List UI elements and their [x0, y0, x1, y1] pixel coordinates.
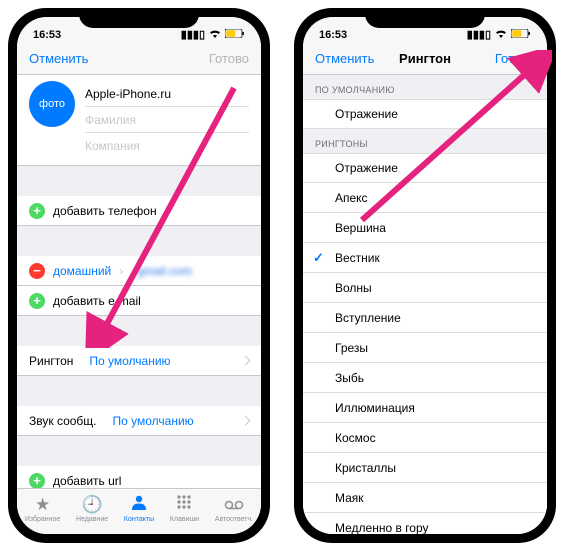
done-button[interactable]: Готово	[189, 51, 249, 66]
tone-label: Космос	[335, 431, 376, 445]
tone-label: Зыбь	[335, 371, 364, 385]
add-icon: +	[29, 203, 45, 219]
textsound-value: По умолчанию	[113, 414, 194, 428]
textsound-label: Звук сообщ.	[29, 414, 97, 428]
tab-bar: ★ Избранное 🕘 Недавние Контакты Клавиши	[17, 488, 261, 534]
ringtone-value: По умолчанию	[89, 354, 170, 368]
tab-label: Недавние	[76, 516, 108, 523]
phone-left: 16:53 ▮▮▮▯ Отменить Готово фото Apple-iP…	[8, 8, 270, 543]
ringtone-row[interactable]: Вершина	[303, 213, 547, 243]
battery-icon	[225, 29, 245, 41]
default-tone-row[interactable]: Отражение	[303, 99, 547, 129]
delete-icon: −	[29, 263, 45, 279]
done-button[interactable]: Готово	[475, 51, 535, 66]
tone-label: Вестник	[335, 251, 380, 265]
contact-header: фото Apple-iPhone.ru Фамилия Компания	[17, 75, 261, 166]
signal-icon: ▮▮▮▯	[181, 28, 205, 41]
screen-left: 16:53 ▮▮▮▯ Отменить Готово фото Apple-iP…	[17, 17, 261, 534]
status-icons: ▮▮▮▯	[467, 28, 531, 41]
tone-label: Маяк	[335, 491, 364, 505]
ringtone-row[interactable]: Рингтон По умолчанию	[17, 346, 261, 376]
tone-label: Грезы	[335, 341, 368, 355]
tone-label: Отражение	[335, 107, 398, 121]
tone-label: Вступление	[335, 311, 401, 325]
status-time: 16:53	[33, 29, 61, 41]
tone-label: Отражение	[335, 161, 398, 175]
cancel-button[interactable]: Отменить	[29, 51, 89, 66]
status-icons: ▮▮▮▯	[181, 28, 245, 41]
cancel-button[interactable]: Отменить	[315, 51, 375, 66]
status-time: 16:53	[319, 29, 347, 41]
nav-bar: Отменить Рингтон Готово	[303, 43, 547, 75]
ringtone-row[interactable]: Кристаллы	[303, 453, 547, 483]
phone-right: 16:53 ▮▮▮▯ Отменить Рингтон Готово ПО УМ…	[294, 8, 556, 543]
add-phone-row[interactable]: + добавить телефон	[17, 196, 261, 226]
ringtone-row[interactable]: Грезы	[303, 333, 547, 363]
ringtone-row[interactable]: Медленно в гору	[303, 513, 547, 534]
tab-keypad[interactable]: Клавиши	[170, 494, 199, 523]
clock-icon: 🕘	[82, 495, 103, 515]
lastname-field[interactable]: Фамилия	[85, 107, 249, 133]
tone-label: Медленно в гору	[335, 521, 429, 535]
ringtone-row[interactable]: Вступление	[303, 303, 547, 333]
wifi-icon	[495, 29, 507, 41]
star-icon: ★	[35, 495, 50, 515]
photo-button[interactable]: фото	[29, 81, 75, 127]
tab-label: Контакты	[124, 516, 154, 523]
add-email-label: добавить e-mail	[53, 294, 141, 308]
add-icon: +	[29, 293, 45, 309]
tab-label: Клавиши	[170, 516, 199, 523]
ringtone-row[interactable]: Апекс	[303, 183, 547, 213]
chevron-right-icon	[241, 416, 251, 426]
nav-bar: Отменить Готово	[17, 43, 261, 75]
tab-favorites[interactable]: ★ Избранное	[25, 495, 60, 523]
company-field[interactable]: Компания	[85, 133, 249, 159]
ringtone-row[interactable]: Иллюминация	[303, 393, 547, 423]
screen-right: 16:53 ▮▮▮▯ Отменить Рингтон Готово ПО УМ…	[303, 17, 547, 534]
section-default: ПО УМОЛЧАНИЮ	[303, 75, 547, 99]
check-icon: ✓	[313, 250, 324, 266]
ringtone-row[interactable]: Космос	[303, 423, 547, 453]
nav-title: Рингтон	[375, 51, 475, 66]
content-left: фото Apple-iPhone.ru Фамилия Компания + …	[17, 75, 261, 488]
ringtone-row[interactable]: Зыбь	[303, 363, 547, 393]
tab-label: Автоответч.	[215, 516, 253, 523]
ringtone-row[interactable]: Маяк	[303, 483, 547, 513]
email-value[interactable]: gmail.com	[137, 264, 192, 278]
tab-contacts[interactable]: Контакты	[124, 494, 154, 523]
battery-icon	[511, 29, 531, 41]
add-url-label: добавить url	[53, 474, 121, 488]
ringtone-label: Рингтон	[29, 354, 73, 368]
tone-label: Волны	[335, 281, 372, 295]
contact-icon	[130, 494, 148, 515]
add-icon: +	[29, 473, 45, 489]
tone-label: Апекс	[335, 191, 368, 205]
notch	[79, 8, 199, 28]
signal-icon: ▮▮▮▯	[467, 28, 491, 41]
keypad-icon	[176, 494, 192, 515]
tone-label: Кристаллы	[335, 461, 396, 475]
ringtone-row[interactable]: ✓ Вестник	[303, 243, 547, 273]
ringtone-row[interactable]: Волны	[303, 273, 547, 303]
tab-voicemail[interactable]: Автоответч.	[215, 495, 253, 523]
email-type[interactable]: домашний	[53, 264, 111, 278]
tab-label: Избранное	[25, 516, 60, 523]
tone-label: Иллюминация	[335, 401, 415, 415]
wifi-icon	[209, 29, 221, 41]
add-phone-label: добавить телефон	[53, 204, 157, 218]
voicemail-icon	[224, 495, 244, 515]
add-url-row[interactable]: + добавить url	[17, 466, 261, 488]
content-right[interactable]: ПО УМОЛЧАНИЮ Отражение РИНГТОНЫ Отражени…	[303, 75, 547, 534]
textsound-row[interactable]: Звук сообщ. По умолчанию	[17, 406, 261, 436]
ringtone-row[interactable]: Отражение	[303, 153, 547, 183]
email-row[interactable]: − домашний › gmail.com	[17, 256, 261, 286]
tab-recents[interactable]: 🕘 Недавние	[76, 495, 108, 523]
notch	[365, 8, 485, 28]
section-ringtones: РИНГТОНЫ	[303, 129, 547, 153]
chevron-right-icon	[241, 356, 251, 366]
add-email-row[interactable]: + добавить e-mail	[17, 286, 261, 316]
firstname-field[interactable]: Apple-iPhone.ru	[85, 81, 249, 107]
tone-label: Вершина	[335, 221, 386, 235]
